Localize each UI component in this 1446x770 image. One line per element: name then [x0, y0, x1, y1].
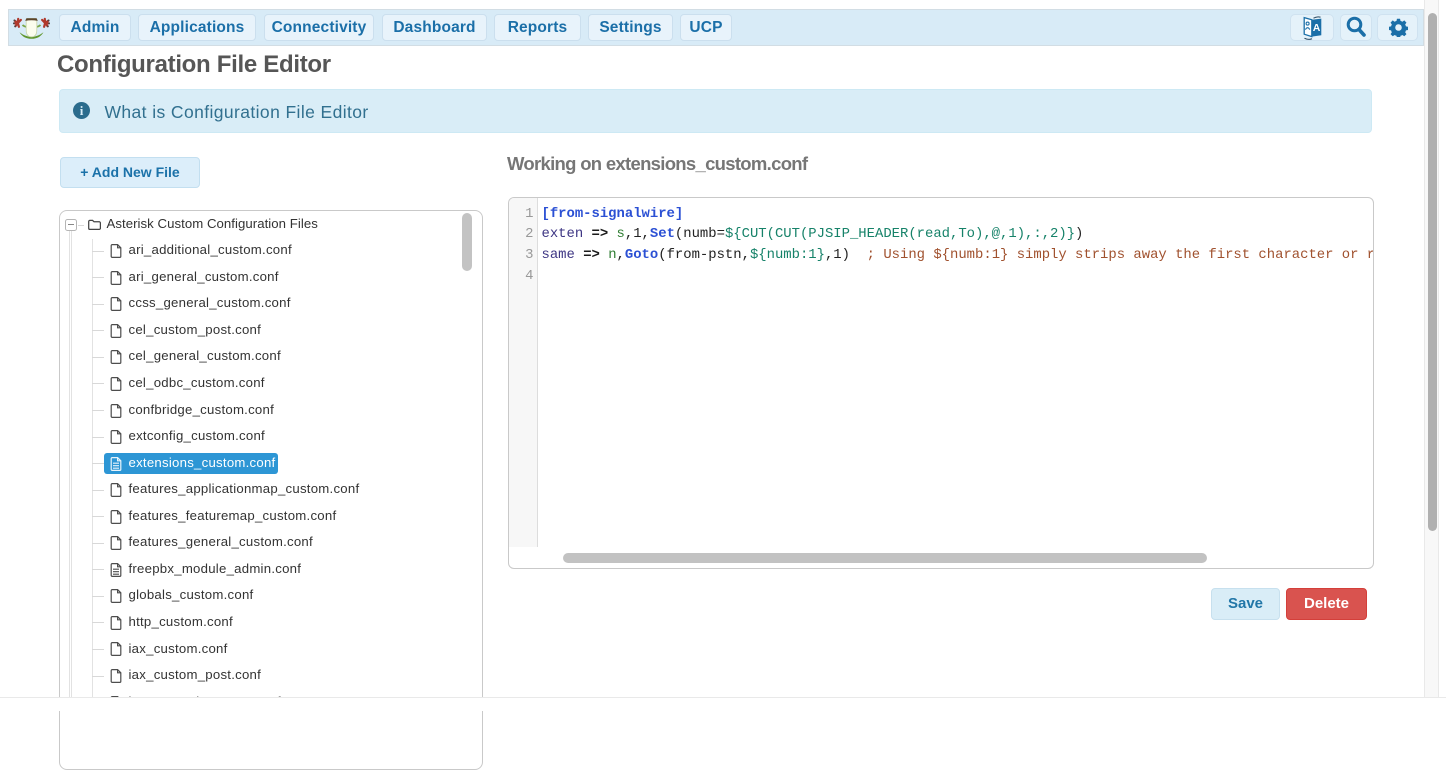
svg-text:A: A	[1313, 22, 1321, 34]
